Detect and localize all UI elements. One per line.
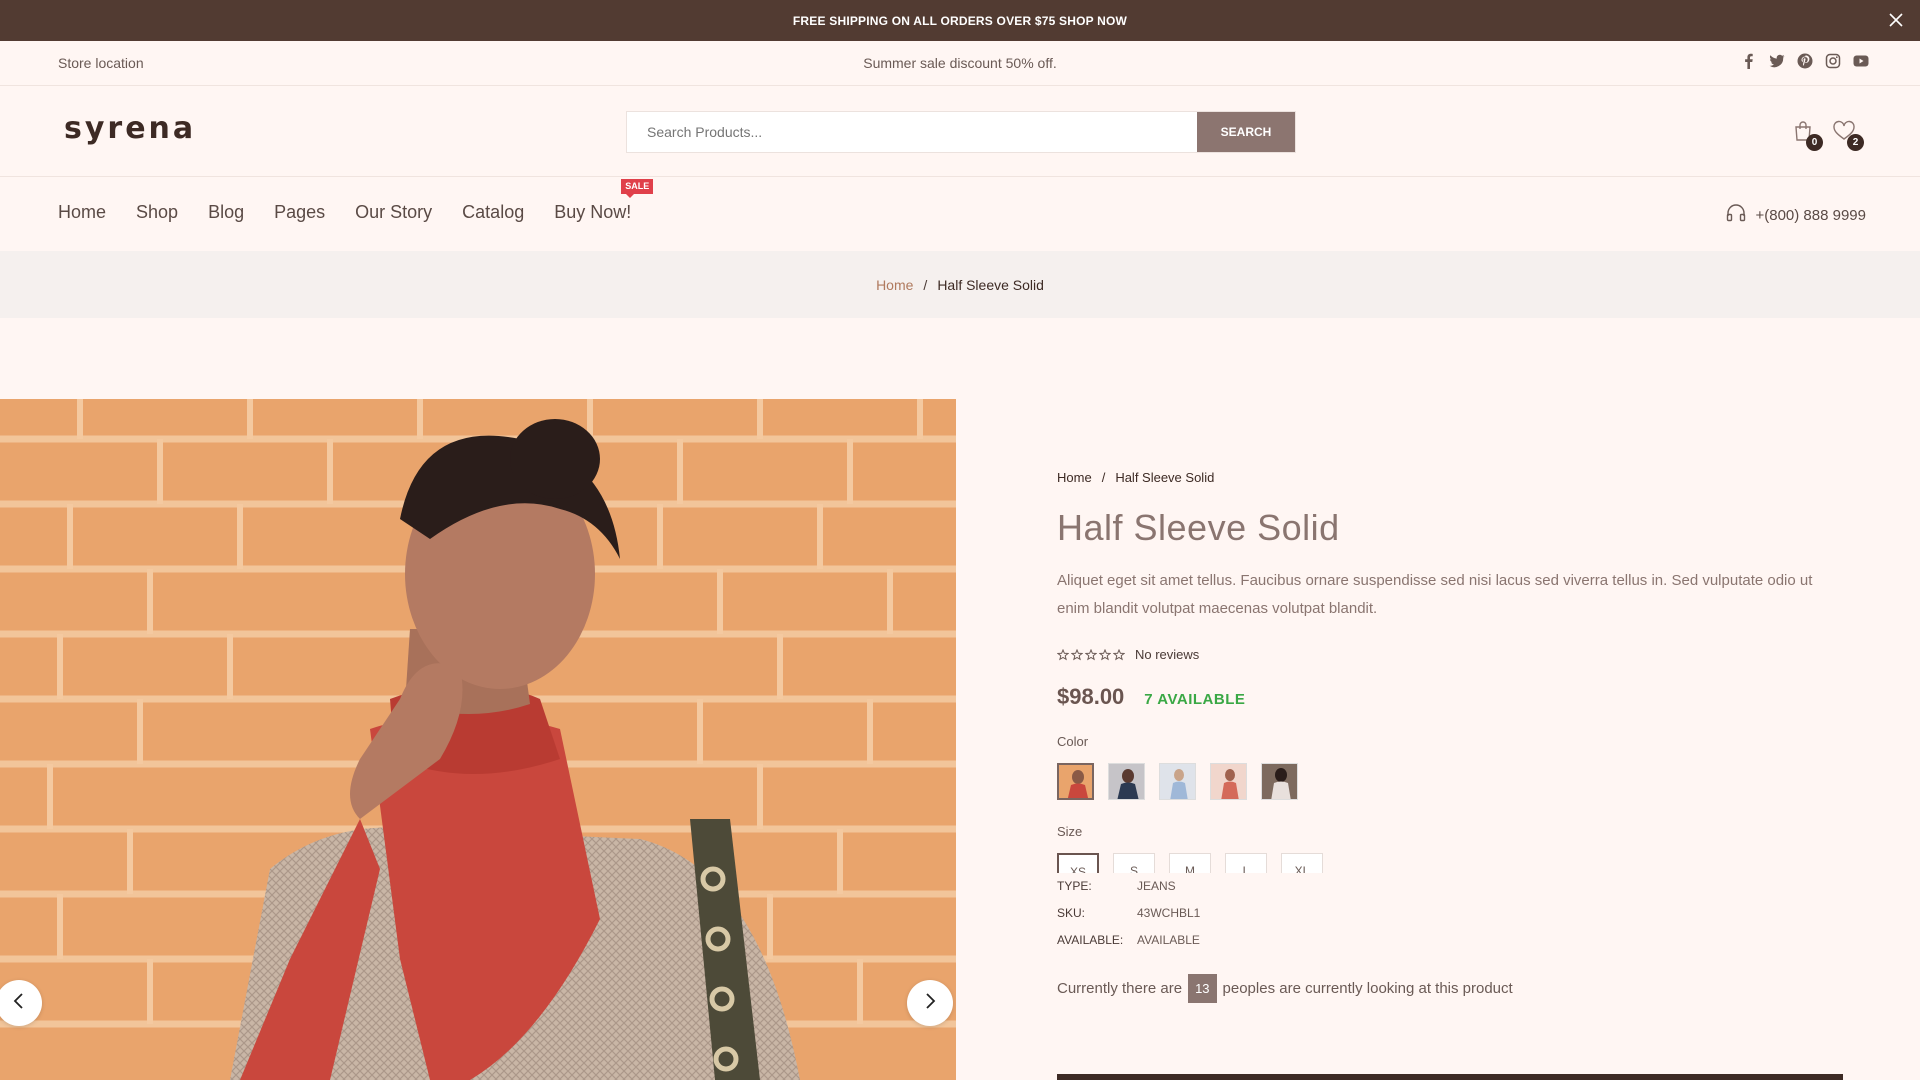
- star-icon: [1085, 648, 1097, 660]
- product-title: Half Sleeve Solid: [1057, 507, 1340, 548]
- site-header: syrena SEARCH 0 2: [0, 87, 1920, 177]
- wishlist-icon[interactable]: 2: [1832, 119, 1864, 151]
- product-breadcrumb-home[interactable]: Home: [1057, 470, 1092, 485]
- product-details: Home / Half Sleeve Solid Half Sleeve Sol…: [1057, 470, 1837, 1003]
- facebook-icon[interactable]: [1741, 53, 1757, 69]
- product-gallery: [0, 399, 956, 1080]
- nav-item-pages[interactable]: Pages: [274, 202, 325, 223]
- nav-item-blog[interactable]: Blog: [208, 202, 244, 223]
- meta-key: TYPE:: [1057, 879, 1092, 893]
- chevron-left-icon: [10, 992, 28, 1015]
- phone-number: +(800) 888 9999: [1755, 206, 1866, 224]
- size-option-s[interactable]: S: [1113, 853, 1155, 873]
- star-icon: [1113, 648, 1125, 660]
- color-swatch[interactable]: [1108, 763, 1145, 800]
- main-nav: Home Shop Blog Pages Our Story Catalog B…: [0, 178, 1920, 250]
- color-label: Color: [1057, 734, 1089, 749]
- color-swatches: [1057, 763, 1837, 800]
- meta-type: TYPE: JEANS: [1057, 873, 1837, 900]
- product-description: Aliquet eget sit amet tellus. Faucibus o…: [1057, 572, 1813, 617]
- meta-value: AVAILABLE: [1137, 933, 1200, 947]
- star-icon: [1057, 648, 1069, 660]
- search-input[interactable]: [627, 112, 1197, 152]
- youtube-icon[interactable]: [1853, 53, 1869, 69]
- nav-item-buy-now-label: Buy Now!: [554, 202, 632, 222]
- search-button[interactable]: SEARCH: [1197, 112, 1295, 152]
- meta-value: JEANS: [1137, 879, 1176, 893]
- cart-icon[interactable]: 0: [1791, 119, 1823, 151]
- social-links: [1741, 53, 1869, 69]
- nav-item-catalog[interactable]: Catalog: [462, 202, 524, 223]
- breadcrumb: Home / Half Sleeve Solid: [0, 251, 1920, 318]
- twitter-icon[interactable]: [1769, 53, 1785, 69]
- search-form: SEARCH: [626, 111, 1296, 153]
- product-breadcrumb-current: Half Sleeve Solid: [1115, 470, 1215, 485]
- close-icon[interactable]: [1884, 8, 1908, 32]
- breadcrumb-separator: /: [923, 276, 928, 293]
- cart-count-badge: 0: [1806, 134, 1823, 151]
- product-meta: TYPE: JEANS SKU: 43WCHBL1 AVAILABLE: AVAILA…: [1057, 873, 1837, 954]
- nav-item-our-story[interactable]: Our Story: [355, 202, 432, 223]
- color-swatch[interactable]: [1159, 763, 1196, 800]
- meta-key: SKU:: [1057, 906, 1086, 920]
- viewers-prefix: Currently there are: [1057, 980, 1183, 997]
- product-breadcrumb-separator: /: [1101, 470, 1106, 485]
- announcement-bar: FREE SHIPPING ON ALL ORDERS OVER $75 SHO…: [0, 0, 1920, 41]
- promo-text: Summer sale discount 50% off.: [863, 55, 1057, 71]
- product-price: $98.00: [1057, 684, 1125, 709]
- size-option-l[interactable]: L: [1225, 853, 1267, 873]
- size-option-xl[interactable]: XL: [1281, 853, 1323, 873]
- meta-value: 43WCHBL1: [1137, 906, 1201, 920]
- meta-sku: SKU: 43WCHBL1: [1057, 900, 1837, 927]
- live-viewers: Currently there are 13 peoples are curre…: [1057, 974, 1837, 1003]
- product-breadcrumb: Home / Half Sleeve Solid: [1057, 470, 1837, 485]
- viewers-suffix: peoples are currently looking at this pr…: [1222, 980, 1513, 997]
- sale-badge: SALE: [621, 179, 654, 198]
- star-icon: [1099, 648, 1111, 660]
- nav-item-home[interactable]: Home: [58, 202, 106, 223]
- pinterest-icon[interactable]: [1797, 53, 1813, 69]
- gallery-next-button[interactable]: [907, 980, 953, 1026]
- product-rating[interactable]: No reviews: [1057, 647, 1837, 662]
- info-bar: Store location Summer sale discount 50% …: [0, 41, 1920, 86]
- size-option-xs[interactable]: XS: [1057, 853, 1099, 873]
- stock-availability: 7 AVAILABLE: [1144, 691, 1246, 708]
- instagram-icon[interactable]: [1825, 53, 1841, 69]
- product-image: [0, 399, 956, 1080]
- color-swatch[interactable]: [1057, 763, 1094, 800]
- phone-contact[interactable]: +(800) 888 9999: [1725, 202, 1866, 228]
- announcement-text[interactable]: FREE SHIPPING ON ALL ORDERS OVER $75 SHO…: [793, 14, 1127, 28]
- viewers-count: 13: [1188, 974, 1217, 1003]
- star-icon: [1071, 648, 1083, 660]
- add-to-cart-button[interactable]: [1057, 1074, 1843, 1080]
- meta-available: AVAILABLE: AVAILABLE: [1057, 927, 1837, 954]
- nav-item-buy-now[interactable]: Buy Now! SALE: [554, 179, 654, 223]
- store-location-link[interactable]: Store location: [58, 55, 144, 71]
- meta-key: AVAILABLE:: [1057, 933, 1124, 947]
- breadcrumb-current: Half Sleeve Solid: [937, 276, 1044, 293]
- size-option-m[interactable]: M: [1169, 853, 1211, 873]
- logo[interactable]: syrena: [64, 111, 196, 146]
- size-label: Size: [1057, 824, 1083, 839]
- wishlist-count-badge: 2: [1847, 134, 1864, 151]
- rating-stars: [1057, 648, 1125, 661]
- color-swatch[interactable]: [1261, 763, 1298, 800]
- color-swatch[interactable]: [1210, 763, 1247, 800]
- headphones-icon: [1725, 202, 1747, 228]
- reviews-count: No reviews: [1135, 647, 1200, 662]
- size-options: XS S M L XL: [1057, 853, 1837, 873]
- chevron-right-icon: [921, 992, 939, 1015]
- nav-item-shop[interactable]: Shop: [136, 202, 178, 223]
- price-row: $98.00 7 AVAILABLE: [1057, 684, 1837, 710]
- breadcrumb-home[interactable]: Home: [876, 277, 913, 293]
